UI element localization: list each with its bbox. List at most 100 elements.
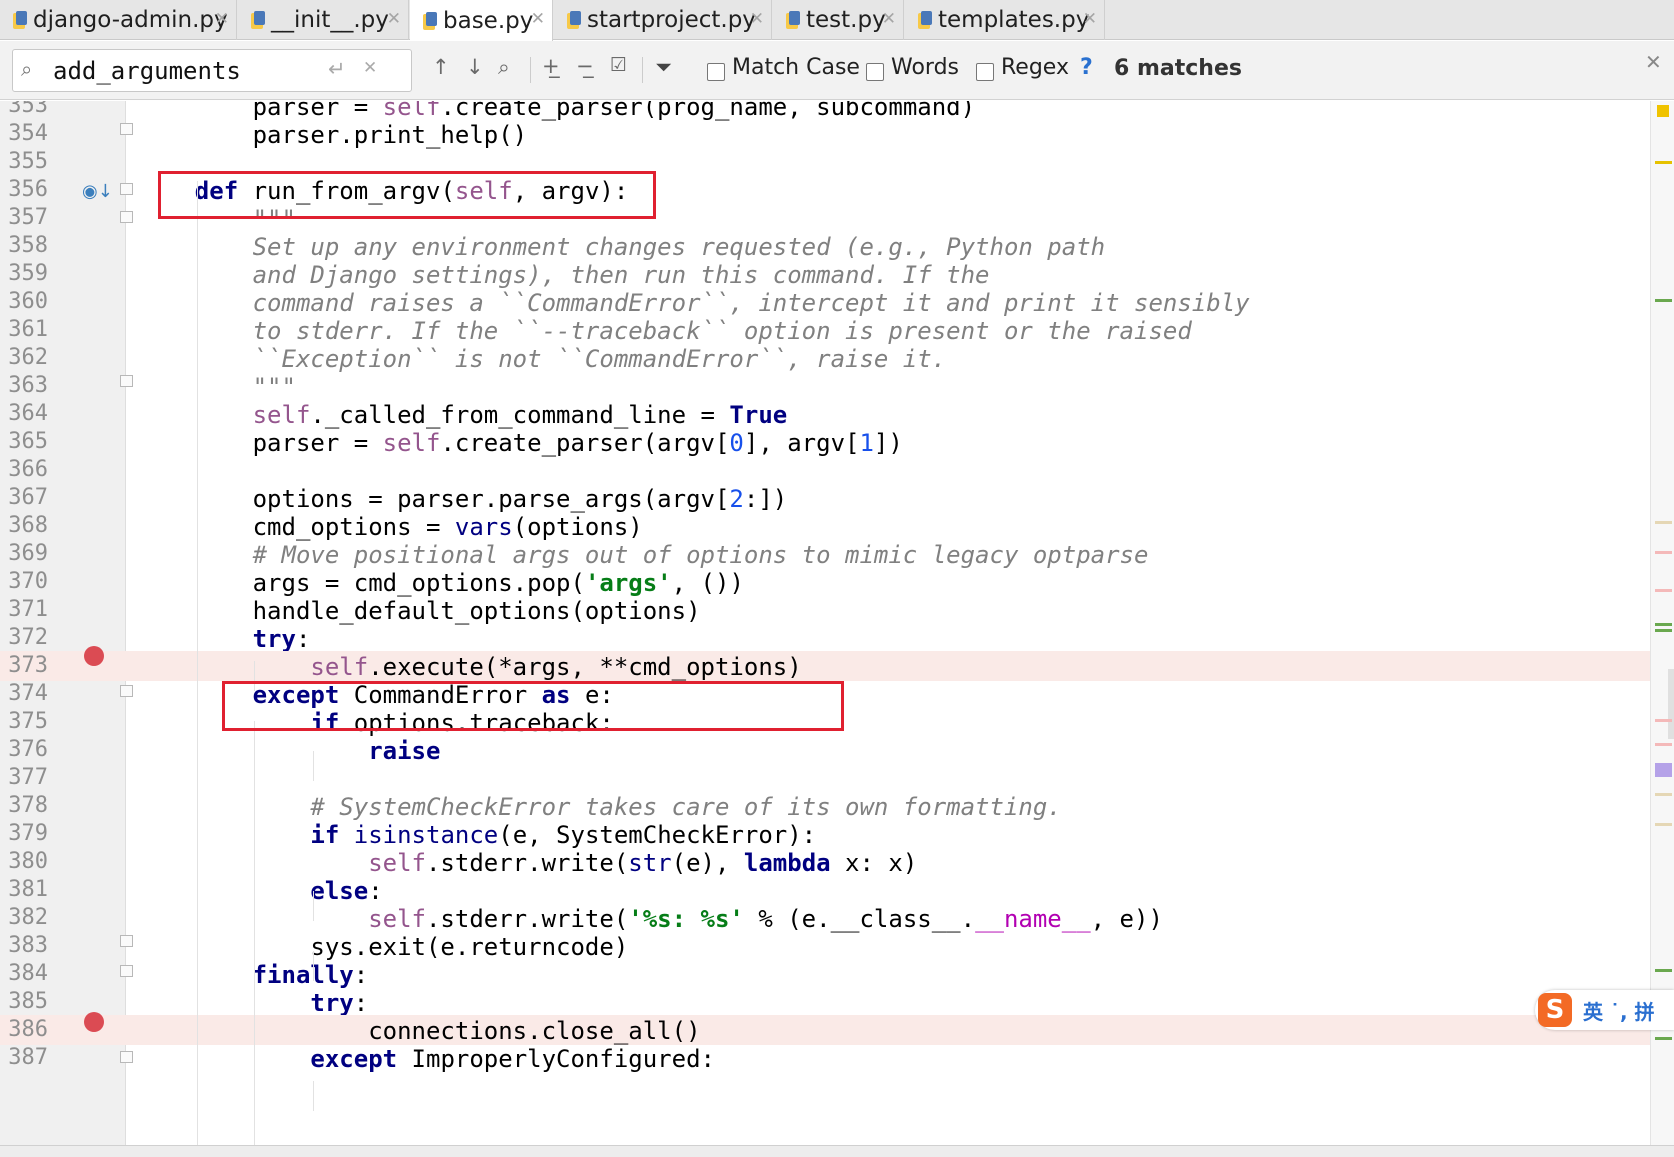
code-line[interactable]: 383 sys.exit(e.returncode) bbox=[0, 931, 1650, 961]
stripe-marker[interactable] bbox=[1655, 161, 1672, 164]
line-number[interactable]: 373 bbox=[0, 653, 48, 678]
line-number[interactable]: 366 bbox=[0, 457, 48, 482]
stripe-marker[interactable] bbox=[1655, 589, 1672, 592]
code-text[interactable]: if isinstance(e, SystemCheckError): bbox=[137, 820, 816, 850]
code-text[interactable]: # SystemCheckError takes care of its own… bbox=[137, 792, 1061, 822]
code-text[interactable]: ``Exception`` is not ``CommandError``, r… bbox=[137, 344, 947, 374]
tab-templates[interactable]: templates.py ✕ bbox=[905, 0, 1105, 40]
line-number[interactable]: 355 bbox=[0, 149, 48, 174]
code-line[interactable]: 371 handle_default_options(options) bbox=[0, 595, 1650, 625]
code-line[interactable]: 362 ``Exception`` is not ``CommandError`… bbox=[0, 343, 1650, 373]
override-icon[interactable]: ◉↓ bbox=[82, 181, 113, 202]
code-text[interactable]: # Move positional args out of options to… bbox=[137, 540, 1149, 570]
code-text[interactable]: options = parser.parse_args(argv[2:]) bbox=[137, 484, 788, 514]
words-label[interactable]: Words bbox=[891, 55, 959, 80]
search-input[interactable] bbox=[53, 56, 353, 86]
arrow-up-icon[interactable]: ↑ bbox=[432, 55, 450, 79]
code-text[interactable]: connections.close_all() bbox=[137, 1016, 700, 1046]
code-line[interactable]: 372 try: bbox=[0, 623, 1650, 653]
code-line[interactable]: 387 except ImproperlyConfigured: bbox=[0, 1043, 1650, 1073]
code-text[interactable]: self.stderr.write('%s: %s' % (e.__class_… bbox=[137, 904, 1163, 934]
code-text[interactable]: self._called_from_command_line = True bbox=[137, 400, 788, 430]
filter-icon[interactable]: ⏷ bbox=[655, 55, 672, 80]
code-line[interactable]: 361 to stderr. If the ``--traceback`` op… bbox=[0, 315, 1650, 345]
line-number[interactable]: 375 bbox=[0, 709, 48, 734]
find-all-icon[interactable]: ⌕ bbox=[498, 55, 510, 80]
line-number[interactable]: 384 bbox=[0, 961, 48, 986]
line-number[interactable]: 378 bbox=[0, 793, 48, 818]
remove-occurrence-icon[interactable]: −̲ bbox=[576, 54, 594, 78]
tab-test[interactable]: test.py ✕ bbox=[773, 0, 904, 40]
line-number[interactable]: 363 bbox=[0, 373, 48, 398]
tab-base[interactable]: base.py ✕ bbox=[410, 0, 553, 41]
add-occurrence-icon[interactable]: +̲ bbox=[542, 54, 560, 78]
line-number[interactable]: 380 bbox=[0, 849, 48, 874]
code-text[interactable]: self.execute(*args, **cmd_options) bbox=[137, 652, 801, 682]
stripe-marker[interactable] bbox=[1655, 719, 1672, 722]
code-text[interactable]: and Django settings), then run this comm… bbox=[137, 260, 990, 290]
code-line[interactable]: 367 options = parser.parse_args(argv[2:]… bbox=[0, 483, 1650, 513]
line-number[interactable]: 379 bbox=[0, 821, 48, 846]
stripe-marker[interactable] bbox=[1657, 105, 1669, 117]
breakpoint-icon[interactable] bbox=[84, 646, 104, 666]
stripe-scroll-thumb[interactable] bbox=[1668, 669, 1674, 739]
line-number[interactable]: 386 bbox=[0, 1017, 48, 1042]
code-line[interactable]: 384 finally: bbox=[0, 959, 1650, 989]
regex-help-link[interactable]: ? bbox=[1080, 55, 1093, 80]
code-line[interactable]: 373 self.execute(*args, **cmd_options) bbox=[0, 651, 1650, 681]
code-text[interactable]: raise bbox=[137, 736, 440, 766]
line-number[interactable]: 382 bbox=[0, 905, 48, 930]
stripe-marker[interactable] bbox=[1655, 1037, 1672, 1040]
code-text[interactable]: command raises a ``CommandError``, inter… bbox=[137, 288, 1250, 318]
code-line[interactable]: 353 parser = self.create_parser(prog_nam… bbox=[0, 101, 1650, 121]
code-line[interactable]: 382 self.stderr.write('%s: %s' % (e.__cl… bbox=[0, 903, 1650, 933]
error-stripe[interactable] bbox=[1650, 101, 1674, 1145]
code-line[interactable]: 377 bbox=[0, 763, 1650, 793]
line-number[interactable]: 361 bbox=[0, 317, 48, 342]
line-number[interactable]: 360 bbox=[0, 289, 48, 314]
code-line[interactable]: 380 self.stderr.write(str(e), lambda x: … bbox=[0, 847, 1650, 877]
line-number[interactable]: 372 bbox=[0, 625, 48, 650]
horizontal-scrollbar[interactable] bbox=[0, 1145, 1674, 1157]
line-number[interactable]: 385 bbox=[0, 989, 48, 1014]
line-number[interactable]: 368 bbox=[0, 513, 48, 538]
code-text[interactable]: finally: bbox=[137, 960, 369, 990]
code-line[interactable]: 370 args = cmd_options.pop('args', ()) bbox=[0, 567, 1650, 597]
line-number[interactable]: 358 bbox=[0, 233, 48, 258]
stripe-marker[interactable] bbox=[1655, 629, 1672, 632]
line-number[interactable]: 374 bbox=[0, 681, 48, 706]
line-number[interactable]: 369 bbox=[0, 541, 48, 566]
line-number[interactable]: 356 bbox=[0, 177, 48, 202]
tab-startproject[interactable]: startproject.py ✕ bbox=[554, 0, 772, 40]
breakpoint-icon[interactable] bbox=[84, 1012, 104, 1032]
close-icon[interactable]: ✕ bbox=[882, 9, 896, 29]
line-number[interactable]: 371 bbox=[0, 597, 48, 622]
code-text[interactable]: parser.print_help() bbox=[137, 120, 528, 150]
code-text[interactable]: try: bbox=[137, 624, 311, 654]
line-number[interactable]: 353 bbox=[0, 101, 48, 118]
stripe-marker[interactable] bbox=[1655, 823, 1672, 826]
fold-marker[interactable] bbox=[120, 685, 133, 697]
line-number[interactable]: 365 bbox=[0, 429, 48, 454]
regex-checkbox[interactable] bbox=[976, 63, 994, 81]
code-line[interactable]: 354 parser.print_help() bbox=[0, 119, 1650, 149]
line-number[interactable]: 359 bbox=[0, 261, 48, 286]
line-number[interactable]: 377 bbox=[0, 765, 48, 790]
match-case-label[interactable]: Match Case bbox=[732, 55, 860, 80]
code-line[interactable]: 363 """ bbox=[0, 371, 1650, 401]
stripe-marker[interactable] bbox=[1655, 623, 1672, 626]
tab-init[interactable]: __init__.py ✕ bbox=[238, 0, 409, 40]
code-line[interactable]: 381 else: bbox=[0, 875, 1650, 905]
fold-marker[interactable] bbox=[120, 123, 133, 135]
ime-status-badge[interactable]: S 英 ˙, 拼 bbox=[1535, 990, 1674, 1030]
code-line[interactable]: 358 Set up any environment changes reque… bbox=[0, 231, 1650, 261]
code-editor[interactable]: 353 parser = self.create_parser(prog_nam… bbox=[0, 101, 1674, 1145]
stripe-marker[interactable] bbox=[1655, 763, 1672, 777]
code-line[interactable]: 368 cmd_options = vars(options) bbox=[0, 511, 1650, 541]
code-line[interactable]: 366 bbox=[0, 455, 1650, 485]
code-text[interactable]: else: bbox=[137, 876, 382, 906]
code-line[interactable]: 386 connections.close_all() bbox=[0, 1015, 1650, 1045]
fold-marker[interactable] bbox=[120, 375, 133, 387]
code-text[interactable]: """ bbox=[137, 372, 296, 402]
regex-label[interactable]: Regex bbox=[1001, 55, 1069, 80]
